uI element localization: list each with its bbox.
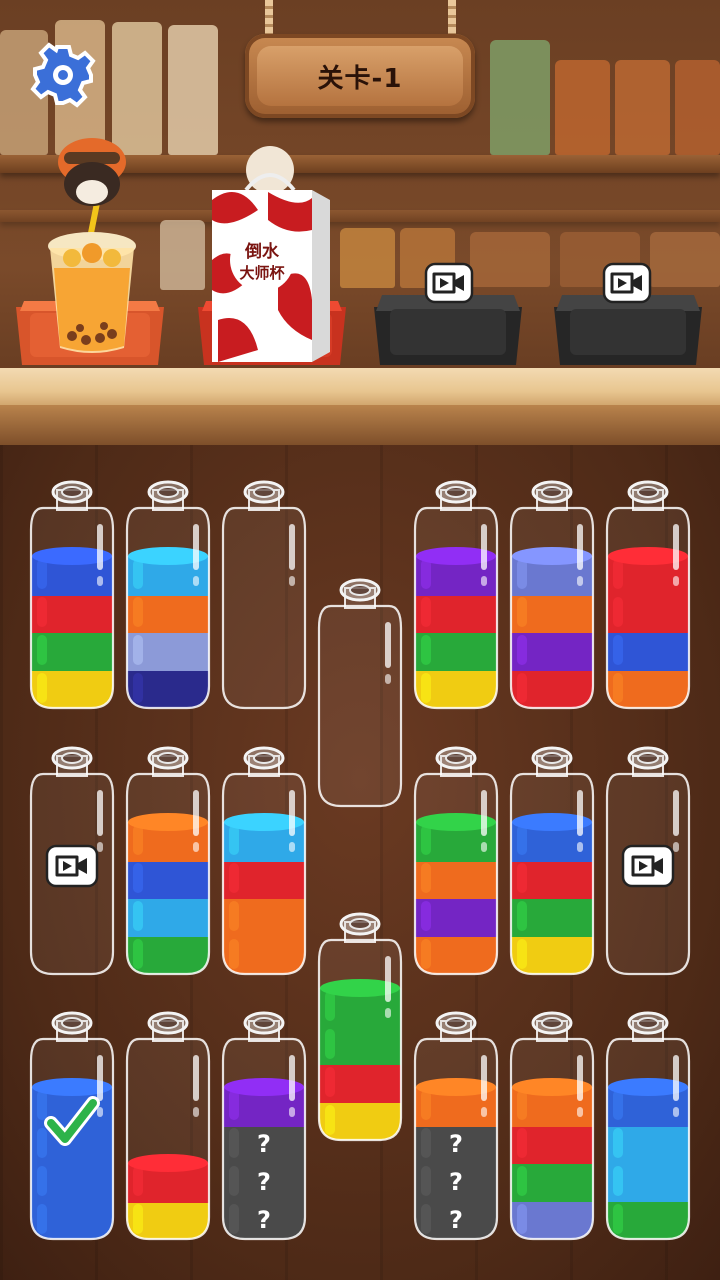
bottle[interactable]: [219, 480, 309, 712]
shelf-jar: [470, 232, 550, 287]
bottle[interactable]: [507, 480, 597, 712]
question-mark: ?: [257, 1130, 271, 1158]
question-mark: ?: [449, 1168, 463, 1196]
level-sign-face: 关卡-1: [257, 46, 463, 106]
mystery-bottle[interactable]: ???: [411, 1011, 501, 1243]
bag-label-line2: 大师杯: [239, 264, 285, 282]
gear-icon: [30, 42, 96, 108]
raccoon-character: [58, 138, 126, 206]
bottle[interactable]: [411, 746, 501, 978]
question-mark: ?: [257, 1206, 271, 1234]
gift-bag: 倒水 大师杯: [212, 146, 330, 362]
shelf-can: [675, 60, 720, 155]
level-title: 关卡-1: [317, 63, 403, 94]
shelf-bottle: [160, 220, 205, 290]
bottle[interactable]: [123, 480, 213, 712]
shelf-jar: [168, 25, 218, 155]
bag-label-line1: 倒水: [244, 241, 280, 262]
video-play-icon[interactable]: [602, 262, 652, 304]
video-play-icon[interactable]: [45, 844, 99, 888]
bottle[interactable]: [315, 578, 405, 810]
question-mark: ?: [449, 1206, 463, 1234]
settings-button[interactable]: [30, 42, 96, 108]
shelf-jar: [650, 232, 720, 287]
level-sign: 关卡-1: [245, 34, 475, 118]
liquid-surface: [128, 1154, 208, 1172]
shelf-jar: [340, 228, 395, 288]
bottle[interactable]: [603, 480, 693, 712]
bottle[interactable]: [27, 480, 117, 712]
shelf-box: [490, 40, 550, 155]
bottle[interactable]: [507, 746, 597, 978]
question-mark: ?: [449, 1130, 463, 1158]
question-mark: ?: [257, 1168, 271, 1196]
bubble-tea-cup: [48, 198, 136, 353]
shelf-can: [555, 60, 610, 155]
video-play-icon[interactable]: [621, 844, 675, 888]
bottle[interactable]: [123, 746, 213, 978]
locked-bottle[interactable]: [603, 746, 693, 978]
bottle[interactable]: [315, 912, 405, 1144]
completed-bottle[interactable]: [27, 1011, 117, 1243]
counter-edge: [0, 405, 720, 445]
video-play-icon[interactable]: [424, 262, 474, 304]
bottle[interactable]: [603, 1011, 693, 1243]
bottle[interactable]: [219, 746, 309, 978]
shop-background: 关卡-1 倒水 大师杯: [0, 0, 720, 445]
locked-bottle[interactable]: [27, 746, 117, 978]
shelf-can: [615, 60, 670, 155]
bottle[interactable]: [507, 1011, 597, 1243]
game-screen: 关卡-1 倒水 大师杯 ? ? ? ? ? ?: [0, 0, 720, 1280]
bottle[interactable]: [411, 480, 501, 712]
bottle[interactable]: [123, 1011, 213, 1243]
mystery-bottle[interactable]: ???: [219, 1011, 309, 1243]
